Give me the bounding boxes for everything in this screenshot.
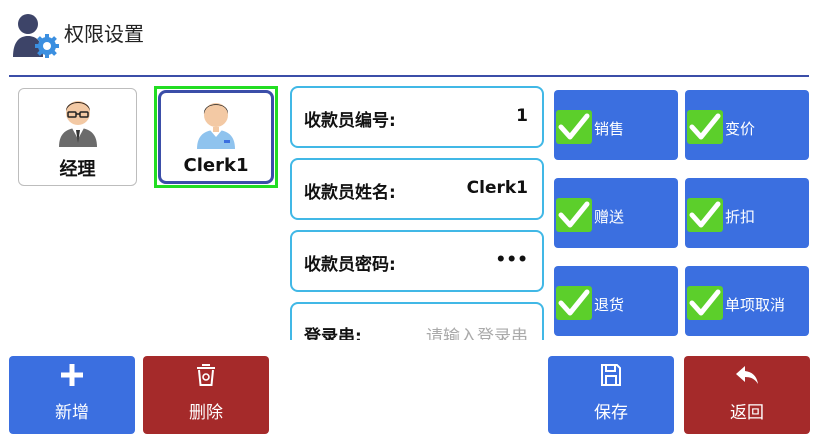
floppy-disk-icon [548,362,674,390]
clerk-avatar-icon [193,97,239,149]
permission-label: 退货 [594,296,625,314]
permission-sale[interactable]: 销售 [554,90,678,160]
user-name-manager: 经理 [59,159,96,180]
save-button[interactable]: 保存 [548,356,674,434]
plus-icon [9,362,135,390]
back-button[interactable]: 返回 [684,356,810,434]
permission-gift[interactable]: 赠送 [554,178,678,248]
permission-label: 赠送 [594,208,625,226]
permission-label: 销售 [594,120,625,138]
permission-label: 折扣 [725,208,756,226]
permission-label: 变价 [725,120,756,138]
field-value: Clerk1 [466,178,528,198]
permission-item-cancel[interactable]: 单项取消 [685,266,809,336]
checkbox-checked-icon [687,286,723,320]
page-header: 权限设置 [0,0,818,77]
clerk-name-field[interactable]: 收款员姓名: Clerk1 [290,158,544,220]
checkbox-checked-icon [556,110,592,144]
permission-discount[interactable]: 折扣 [685,178,809,248]
delete-button[interactable]: 删除 [143,356,269,434]
field-placeholder: 请输入登录串 [426,327,528,340]
permission-price-change[interactable]: 变价 [685,90,809,160]
checkbox-checked-icon [687,198,723,232]
user-card-manager[interactable]: 经理 [18,88,137,186]
checkbox-checked-icon [687,110,723,144]
login-string-field[interactable]: 登录串: 请输入登录串 [290,302,544,340]
add-button[interactable]: 新增 [9,356,135,434]
save-button-label: 保存 [594,403,628,423]
checkbox-checked-icon [556,286,592,320]
field-label: 收款员密码: [304,255,396,275]
field-value: ••• [495,250,528,270]
delete-button-label: 删除 [189,403,223,423]
back-button-label: 返回 [730,403,764,423]
checkbox-checked-icon [556,198,592,232]
clerk-number-field[interactable]: 收款员编号: 1 [290,86,544,148]
trash-icon [143,362,269,390]
add-button-label: 新增 [55,403,89,423]
clerk-password-field[interactable]: 收款员密码: ••• [290,230,544,292]
field-label: 收款员姓名: [304,183,396,203]
permission-return[interactable]: 退货 [554,266,678,336]
manager-avatar-icon [55,95,101,147]
field-label: 收款员编号: [304,111,396,131]
header-divider [9,75,809,77]
permission-label: 单项取消 [725,296,786,314]
page-title: 权限设置 [64,22,144,46]
user-card-clerk1[interactable]: Clerk1 [158,90,274,184]
field-label: 登录串: [304,327,362,340]
clerk-form: 收款员编号: 1 收款员姓名: Clerk1 收款员密码: ••• 登录串: 请… [288,84,548,340]
reply-arrow-icon [684,362,810,390]
user-name-clerk1: Clerk1 [183,155,249,176]
field-value: 1 [516,106,528,126]
user-settings-icon [12,13,62,59]
